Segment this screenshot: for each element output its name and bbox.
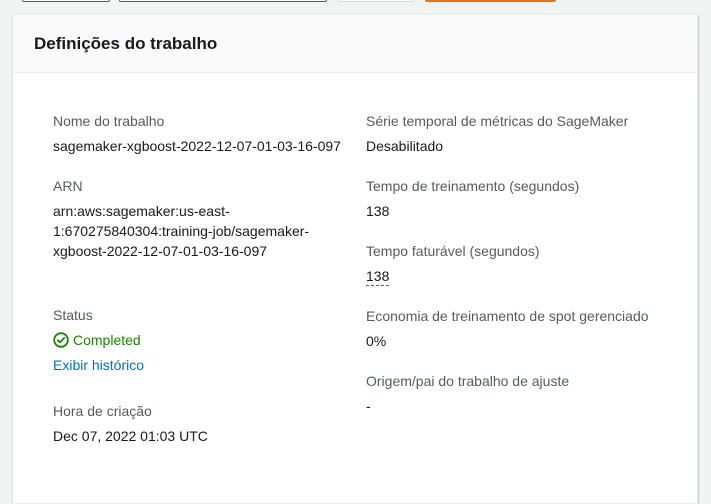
- creation-time-value: Dec 07, 2022 01:03 UTC: [53, 428, 208, 444]
- status-field: Status Completed Exibir histórico: [53, 305, 343, 375]
- billable-time-value[interactable]: 138: [366, 267, 390, 286]
- billable-time-label: Tempo faturável (segundos): [366, 243, 540, 259]
- metrics-field: Série temporal de métricas do SageMaker …: [366, 111, 666, 156]
- metrics-label: Série temporal de métricas do SageMaker: [366, 113, 629, 129]
- spot-savings-label: Economia de treinamento de spot gerencia…: [366, 308, 649, 324]
- arn-field: ARN arn:aws:sagemaker:us-east-1:67027584…: [53, 176, 343, 261]
- creation-time-label: Hora de criação: [53, 403, 152, 419]
- left-column: Nome do trabalho sagemaker-xgboost-2022-…: [53, 111, 343, 466]
- creation-time-field: Hora de criação Dec 07, 2022 01:03 UTC: [53, 401, 343, 446]
- training-time-label: Tempo de treinamento (segundos): [366, 178, 580, 194]
- check-circle-icon: [53, 332, 69, 348]
- arn-value: arn:aws:sagemaker:us-east-1:670275840304…: [53, 203, 310, 259]
- job-name-field: Nome do trabalho sagemaker-xgboost-2022-…: [53, 111, 343, 156]
- job-settings-panel: Definições do trabalho Nome do trabalho …: [12, 14, 698, 504]
- job-name-value: sagemaker-xgboost-2022-12-07-01-03-16-09…: [53, 138, 341, 154]
- arn-label: ARN: [53, 178, 83, 194]
- toolbar-button-3[interactable]: [338, 0, 414, 2]
- training-time-field: Tempo de treinamento (segundos) 138: [366, 176, 666, 221]
- top-toolbar: [0, 0, 711, 6]
- spot-savings-field: Economia de treinamento de spot gerencia…: [366, 306, 666, 351]
- status-value: Completed: [73, 332, 141, 348]
- tuning-job-field: Origem/pai do trabalho de ajuste -: [366, 371, 666, 416]
- job-name-label: Nome do trabalho: [53, 113, 165, 129]
- spot-savings-value: 0%: [366, 333, 387, 349]
- toolbar-primary-button[interactable]: [425, 0, 556, 2]
- right-column: Série temporal de métricas do SageMaker …: [366, 111, 666, 436]
- billable-time-field: Tempo faturável (segundos) 138: [366, 241, 666, 286]
- status-label: Status: [53, 307, 93, 323]
- panel-header: Definições do trabalho: [13, 15, 697, 73]
- tuning-job-label: Origem/pai do trabalho de ajuste: [366, 373, 570, 389]
- panel-title: Definições do trabalho: [34, 34, 218, 53]
- view-history-link[interactable]: Exibir histórico: [53, 355, 144, 375]
- toolbar-button-1[interactable]: [22, 0, 110, 2]
- training-time-value: 138: [366, 203, 390, 219]
- tuning-job-value: -: [366, 398, 371, 414]
- status-badge: Completed: [53, 330, 343, 350]
- toolbar-button-2[interactable]: [119, 0, 327, 2]
- metrics-value: Desabilitado: [366, 138, 444, 154]
